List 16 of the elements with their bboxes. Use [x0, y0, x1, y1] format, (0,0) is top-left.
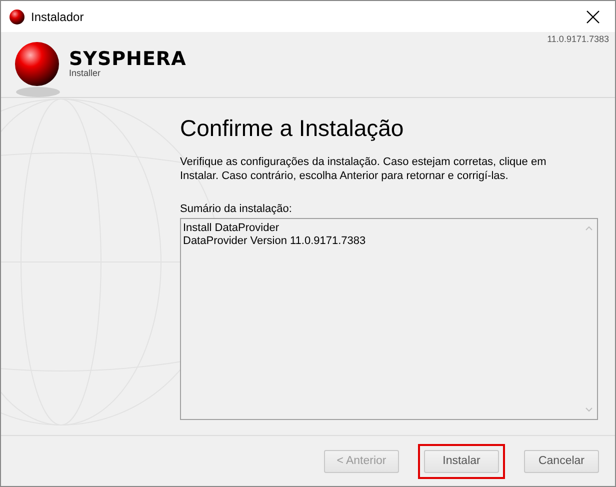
- wizard-button[interactable]: Cancelar: [524, 450, 599, 472]
- scroll-down-icon[interactable]: [585, 407, 593, 413]
- summary-text-area[interactable]: Install DataProvider DataProvider Version 11.0.9171.7383: [180, 218, 598, 420]
- sphere-icon: [9, 8, 25, 24]
- wizard-button[interactable]: Instalar: [424, 450, 499, 472]
- close-icon: [586, 10, 600, 24]
- window-title: Instalador: [31, 10, 84, 24]
- scroll-up-icon[interactable]: [585, 225, 593, 231]
- summary-label: Sumário da instalação:: [180, 203, 293, 215]
- version-label: 11.0.9171.7383: [547, 34, 609, 44]
- page-heading: Confirme a Instalação: [180, 114, 405, 143]
- brand-name: SYSPHERA: [69, 50, 186, 68]
- summary-line: Install DataProvider: [183, 222, 280, 235]
- summary-line: DataProvider Version 11.0.9171.7383: [183, 235, 367, 248]
- brand-subtitle: Installer: [69, 68, 102, 78]
- description-text: Verifique as configurações da instalação. Caso estejam corretas, clique em Instalar. Caso contrário, escolha Anterior para retornar e corrigí-las.: [180, 155, 548, 183]
